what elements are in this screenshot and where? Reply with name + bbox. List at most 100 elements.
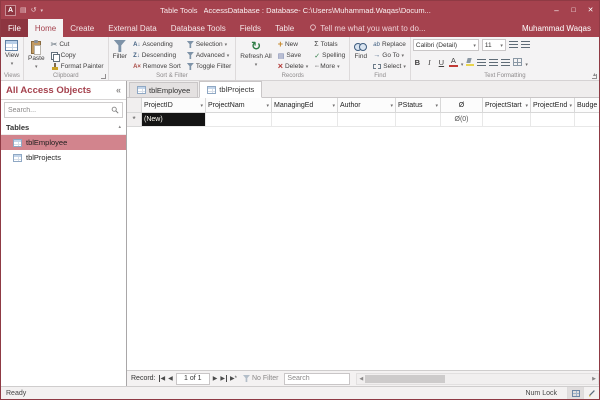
column-dropdown-icon[interactable] [389,102,393,109]
cell-budget[interactable] [575,113,599,127]
font-name-select[interactable]: Calibri (Detail) [413,39,479,51]
view-button[interactable]: View [3,39,21,69]
descending-button[interactable]: Descending [131,50,183,61]
tab-file[interactable]: File [1,19,28,37]
gridlines-icon[interactable] [513,58,522,66]
align-left-icon[interactable] [477,59,486,66]
refresh-all-button[interactable]: Refresh All [238,39,273,70]
tell-me-box[interactable]: Tell me what you want to do... [309,19,425,37]
font-color-button[interactable]: A [449,57,458,67]
horizontal-scrollbar[interactable] [356,373,599,385]
row-selector[interactable]: * [127,113,142,127]
cell-projectid-new[interactable]: (New) [142,113,206,127]
cell-projectend[interactable] [531,113,575,127]
spelling-button[interactable]: Spelling [312,50,347,61]
cell-projectname[interactable] [206,113,272,127]
column-header-attachment[interactable]: Ø [441,98,483,113]
sidebar-item-tblprojects[interactable]: tblProjects [1,150,126,165]
column-dropdown-icon[interactable] [331,102,335,109]
record-search-input[interactable] [284,373,350,385]
save-record-button[interactable]: Save [276,50,311,61]
column-dropdown-icon[interactable] [265,102,269,109]
tab-table[interactable]: Table [268,19,301,37]
column-header-projectname[interactable]: ProjectNam [206,98,272,113]
column-dropdown-icon[interactable] [524,102,528,109]
tab-create[interactable]: Create [63,19,101,37]
maximize-button[interactable] [565,1,582,19]
design-view-button[interactable] [583,387,599,399]
column-header-projectstart[interactable]: ProjectStart [483,98,531,113]
save-icon[interactable] [20,6,27,14]
undo-icon[interactable] [31,6,37,14]
new-record-button[interactable]: New [276,39,311,50]
more-button[interactable]: More [312,61,347,72]
cut-button[interactable]: Cut [49,39,106,50]
previous-record-button[interactable] [168,375,173,382]
filter-button[interactable]: Filter [111,39,129,61]
new-blank-record-button[interactable] [230,375,237,382]
tab-database-tools[interactable]: Database Tools [164,19,233,37]
totals-button[interactable]: Totals [312,39,347,50]
column-header-managinged[interactable]: ManagingEd [272,98,338,113]
tab-home[interactable]: Home [28,19,63,37]
bullets-icon[interactable] [509,41,518,49]
doc-tab-tblprojects[interactable]: tblProjects [199,81,262,98]
underline-button[interactable]: U [437,58,446,67]
last-record-button[interactable] [220,375,227,382]
highlight-color-icon[interactable] [466,58,474,66]
tab-fields[interactable]: Fields [233,19,268,37]
next-record-button[interactable] [213,375,218,382]
column-header-budget[interactable]: Budge [575,98,599,113]
sidebar-item-tblemployee[interactable]: tblEmployee [1,135,126,150]
navigation-search-box[interactable] [4,102,123,118]
minimize-button[interactable] [548,1,565,19]
navigation-search-input[interactable] [8,107,109,114]
column-header-pstatus[interactable]: PStatus [396,98,441,113]
numbering-icon[interactable] [521,41,530,49]
cell-projectstart[interactable] [483,113,531,127]
italic-button[interactable]: I [425,58,434,67]
shutter-bar-collapse-icon[interactable] [116,85,121,95]
format-painter-button[interactable]: Format Painter [49,61,106,72]
find-button[interactable]: Find [352,39,369,61]
column-dropdown-icon[interactable] [568,102,572,109]
column-dropdown-icon[interactable] [199,102,203,109]
ascending-button[interactable]: Ascending [131,39,183,50]
scroll-left-icon[interactable] [357,376,365,382]
scrollbar-thumb[interactable] [365,375,445,383]
datasheet-view-button[interactable] [567,387,583,399]
align-right-icon[interactable] [501,59,510,66]
doc-tab-tblemployee[interactable]: tblEmployee [129,82,198,97]
scroll-right-icon[interactable] [590,376,598,382]
account-user-name[interactable]: Muhammad Waqas [522,19,599,37]
selection-button[interactable]: Selection [185,39,233,50]
go-to-button[interactable]: Go To [371,50,408,61]
close-button[interactable] [582,1,599,19]
column-header-projectid[interactable]: ProjectID [142,98,206,113]
delete-record-button[interactable]: Delete [276,61,311,72]
copy-button[interactable]: Copy [49,50,106,61]
dialog-launcher-icon[interactable] [101,74,106,79]
collapse-group-icon[interactable] [118,124,121,130]
first-record-button[interactable] [159,375,166,382]
cell-managinged[interactable] [272,113,338,127]
toggle-filter-button[interactable]: Toggle Filter [185,61,233,72]
cell-author[interactable] [338,113,396,127]
column-header-projectend[interactable]: ProjectEnd [531,98,575,113]
collapse-ribbon-icon[interactable] [593,71,596,78]
replace-button[interactable]: Replace [371,39,408,50]
column-dropdown-icon[interactable] [434,102,438,109]
remove-sort-button[interactable]: Remove Sort [131,61,183,72]
filter-status[interactable]: No Filter [243,375,278,382]
select-button[interactable]: Select [371,61,408,72]
cell-attachment[interactable]: Ø(0) [441,113,483,127]
align-center-icon[interactable] [489,59,498,66]
tab-external-data[interactable]: External Data [101,19,163,37]
navigation-pane-header[interactable]: All Access Objects [1,81,126,100]
paste-button[interactable]: Paste [26,39,47,72]
cell-pstatus[interactable] [396,113,441,127]
select-all-corner[interactable] [127,98,142,113]
font-size-select[interactable]: 11 [482,39,506,51]
column-header-author[interactable]: Author [338,98,396,113]
advanced-button[interactable]: Advanced [185,50,233,61]
